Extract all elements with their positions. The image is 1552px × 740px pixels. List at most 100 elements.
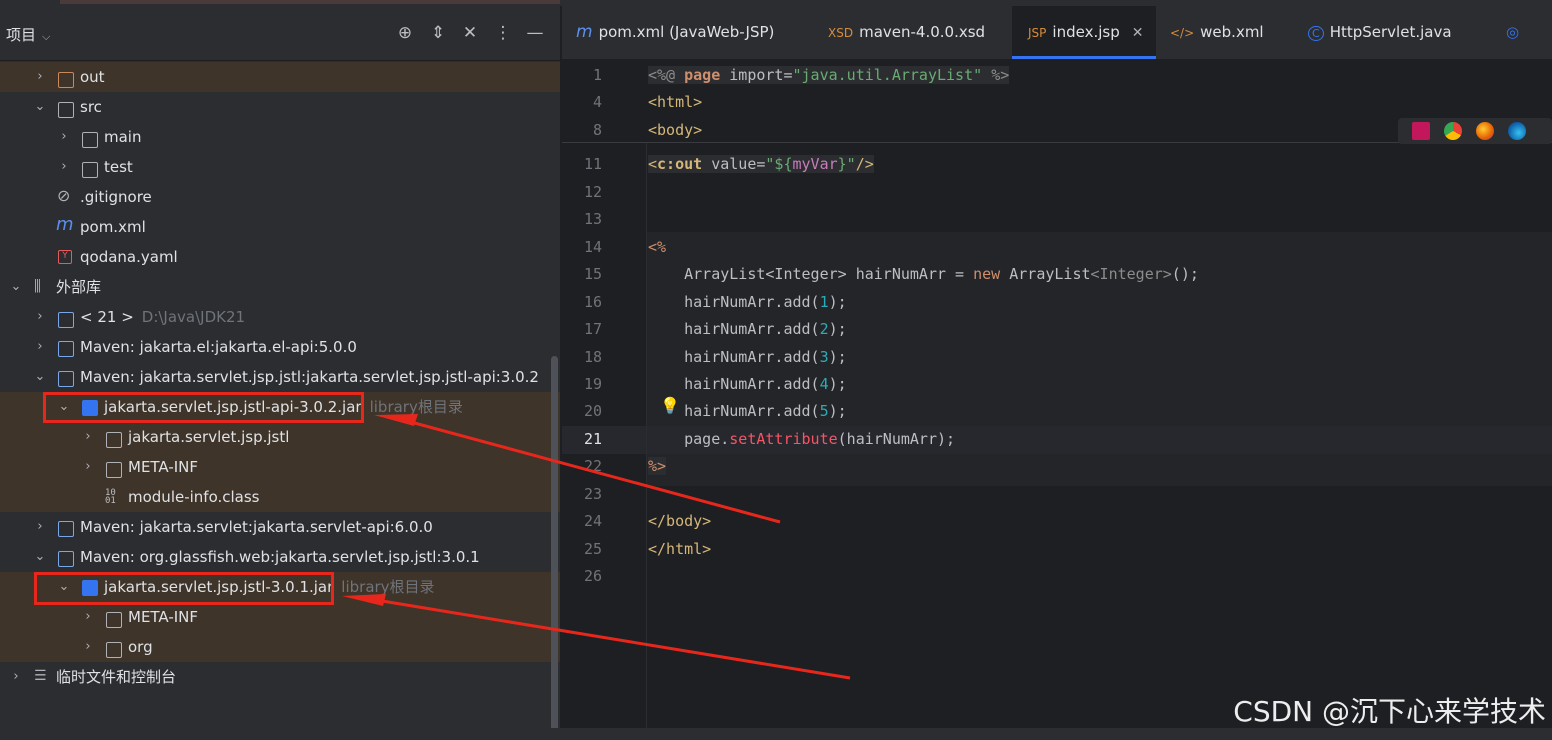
tree-item-gitignore[interactable]: ⊘ .gitignore	[0, 182, 560, 212]
tab-overflow-icon[interactable]: ◎	[1506, 6, 1536, 59]
tree-item-maven-glassfish-jstl[interactable]: ⌄ Maven: org.glassfish.web:jakarta.servl…	[0, 542, 560, 572]
tab-web-xml[interactable]: </> web.xml	[1170, 6, 1290, 59]
chevron-right-icon[interactable]: ›	[57, 152, 71, 182]
line-number: 23	[583, 485, 602, 503]
code-editor[interactable]: 1 <%@ page import="java.util.ArrayList" …	[562, 60, 1552, 728]
tree-item-label: Maven: org.glassfish.web:jakarta.servlet…	[80, 548, 480, 566]
tree-item-maven-servlet-api[interactable]: › Maven: jakarta.servlet:jakarta.servlet…	[0, 512, 560, 542]
tree-item-maven-el[interactable]: › Maven: jakarta.el:jakarta.el-api:5.0.0	[0, 332, 560, 362]
code-line: </html>	[648, 540, 712, 558]
line-number: 11	[583, 155, 602, 173]
tree-item-label: Maven: jakarta.servlet:jakarta.servlet-a…	[80, 518, 433, 536]
chrome-icon[interactable]	[1444, 122, 1462, 140]
tree-item-main[interactable]: › main	[0, 122, 560, 152]
tree-item-meta-inf-2[interactable]: › META-INF	[0, 602, 560, 632]
tree-item-label: src	[80, 98, 102, 116]
chevron-right-icon[interactable]: ›	[33, 62, 47, 92]
line-number: 25	[583, 540, 602, 558]
firefox-icon[interactable]	[1476, 122, 1494, 140]
tree-item-label: qodana.yaml	[80, 248, 178, 266]
chevron-down-icon[interactable]: ⌄	[33, 542, 47, 572]
chevron-down-icon[interactable]: ⌄	[33, 362, 47, 392]
maven-file-icon: m	[576, 22, 593, 42]
hide-panel-icon[interactable]: —	[524, 22, 546, 44]
line-number: 15	[583, 265, 602, 283]
expand-all-icon[interactable]: ⇕	[427, 22, 449, 44]
locate-icon[interactable]: ⊕	[394, 22, 416, 44]
class-icon: C	[1308, 26, 1324, 41]
chevron-down-icon[interactable]: ⌄	[33, 92, 47, 122]
line-number: 20	[583, 402, 602, 420]
gutter-separator	[646, 60, 647, 728]
tab-label: web.xml	[1200, 23, 1264, 41]
tab-maven-xsd[interactable]: XSD maven-4.0.0.xsd	[828, 6, 1008, 59]
tab-httpservlet-java[interactable]: C HttpServlet.java	[1308, 6, 1484, 59]
browser-preview-bar	[1398, 118, 1552, 144]
library-root-hint: library根目录	[369, 398, 463, 416]
tree-item-label: 临时文件和控制台	[56, 668, 177, 686]
code-line: hairNumArr.add(5);	[648, 402, 847, 420]
chevron-right-icon[interactable]: ›	[81, 422, 95, 452]
tree-item-label: META-INF	[128, 458, 199, 476]
tab-label: index.jsp	[1052, 23, 1120, 41]
line-number: 14	[583, 238, 602, 256]
code-line: hairNumArr.add(1);	[648, 293, 847, 311]
more-options-icon[interactable]: ⋮	[492, 22, 514, 44]
scratches-icon: ☰	[34, 668, 47, 684]
class-file-icon: 10 01	[105, 488, 116, 506]
code-line: %>	[648, 457, 667, 475]
tree-item-external-libraries[interactable]: ⌄ ⫼ 外部库	[0, 272, 560, 302]
chevron-right-icon[interactable]: ›	[81, 632, 95, 662]
line-number: 17	[583, 320, 602, 338]
editor-tab-bar: m pom.xml (JavaWeb-JSP) XSD maven-4.0.0.xs…	[562, 6, 1552, 60]
annotation-box-jstl-api-jar	[43, 392, 364, 423]
line-number-current: 21	[583, 430, 602, 448]
chevron-right-icon[interactable]: ›	[57, 122, 71, 152]
annotation-box-jstl-jar	[34, 572, 334, 605]
tree-item-jdk[interactable]: › < 21 > D:\Java\JDK21	[0, 302, 560, 332]
tree-item-module-info[interactable]: 10 01 module-info.class	[0, 482, 560, 512]
tree-item-label: jakarta.servlet.jsp.jstl	[128, 428, 290, 446]
tree-item-label: META-INF	[128, 608, 199, 626]
line-number: 13	[583, 210, 602, 228]
tree-item-label: pom.xml	[80, 218, 146, 236]
chevron-right-icon[interactable]: ›	[33, 512, 47, 542]
maven-file-icon: m	[56, 214, 74, 235]
tree-item-out[interactable]: › out	[0, 62, 560, 92]
project-view-selector[interactable]: 项目 ⌵	[6, 24, 50, 45]
tree-item-src[interactable]: ⌄ src	[0, 92, 560, 122]
tree-item-meta-inf-1[interactable]: › META-INF	[0, 452, 560, 482]
tree-item-org[interactable]: › org	[0, 632, 560, 662]
chevron-right-icon[interactable]: ›	[33, 302, 47, 332]
tab-pom-xml[interactable]: m pom.xml (JavaWeb-JSP)	[576, 6, 810, 59]
project-scrollbar[interactable]	[551, 356, 558, 732]
chevron-right-icon[interactable]: ›	[9, 662, 23, 692]
close-icon[interactable]: ✕	[1132, 25, 1144, 41]
tree-item-jstl-package[interactable]: › jakarta.servlet.jsp.jstl	[0, 422, 560, 452]
chevron-down-icon[interactable]: ⌄	[9, 272, 23, 302]
package-icon	[106, 642, 122, 658]
tree-item-scratches[interactable]: › ☰ 临时文件和控制台	[0, 662, 560, 692]
tree-item-label: < 21 > D:\Java\JDK21	[80, 302, 245, 332]
tree-item-label: test	[104, 158, 133, 176]
line-number: 1	[592, 66, 602, 84]
project-panel: 项目 ⌵ ⊕ ⇕ ✕ ⋮ — › out ⌄ src › main › test …	[0, 6, 560, 732]
tab-index-jsp[interactable]: JSP index.jsp ✕	[1012, 6, 1156, 59]
jdk-icon	[58, 312, 74, 328]
tree-item-test[interactable]: › test	[0, 152, 560, 182]
chevron-right-icon[interactable]: ›	[81, 452, 95, 482]
edge-icon[interactable]	[1508, 122, 1526, 140]
tree-item-maven-jstl-api[interactable]: ⌄ Maven: jakarta.servlet.jsp.jstl:jakart…	[0, 362, 560, 392]
folder-icon	[58, 102, 74, 118]
intellij-browser-icon[interactable]	[1412, 122, 1430, 140]
tree-item-qodana[interactable]: Y qodana.yaml	[0, 242, 560, 272]
code-line: </body>	[648, 512, 712, 530]
library-icon: ⫼	[34, 277, 41, 295]
code-line: <%@ page import="java.util.ArrayList" %>	[648, 66, 1010, 84]
tree-item-pom[interactable]: m pom.xml	[0, 212, 560, 242]
collapse-all-icon[interactable]: ✕	[459, 22, 481, 44]
chevron-right-icon[interactable]: ›	[33, 332, 47, 362]
folder-icon	[82, 132, 98, 148]
chevron-right-icon[interactable]: ›	[81, 602, 95, 632]
jdk-path-hint: D:\Java\JDK21	[141, 308, 246, 326]
